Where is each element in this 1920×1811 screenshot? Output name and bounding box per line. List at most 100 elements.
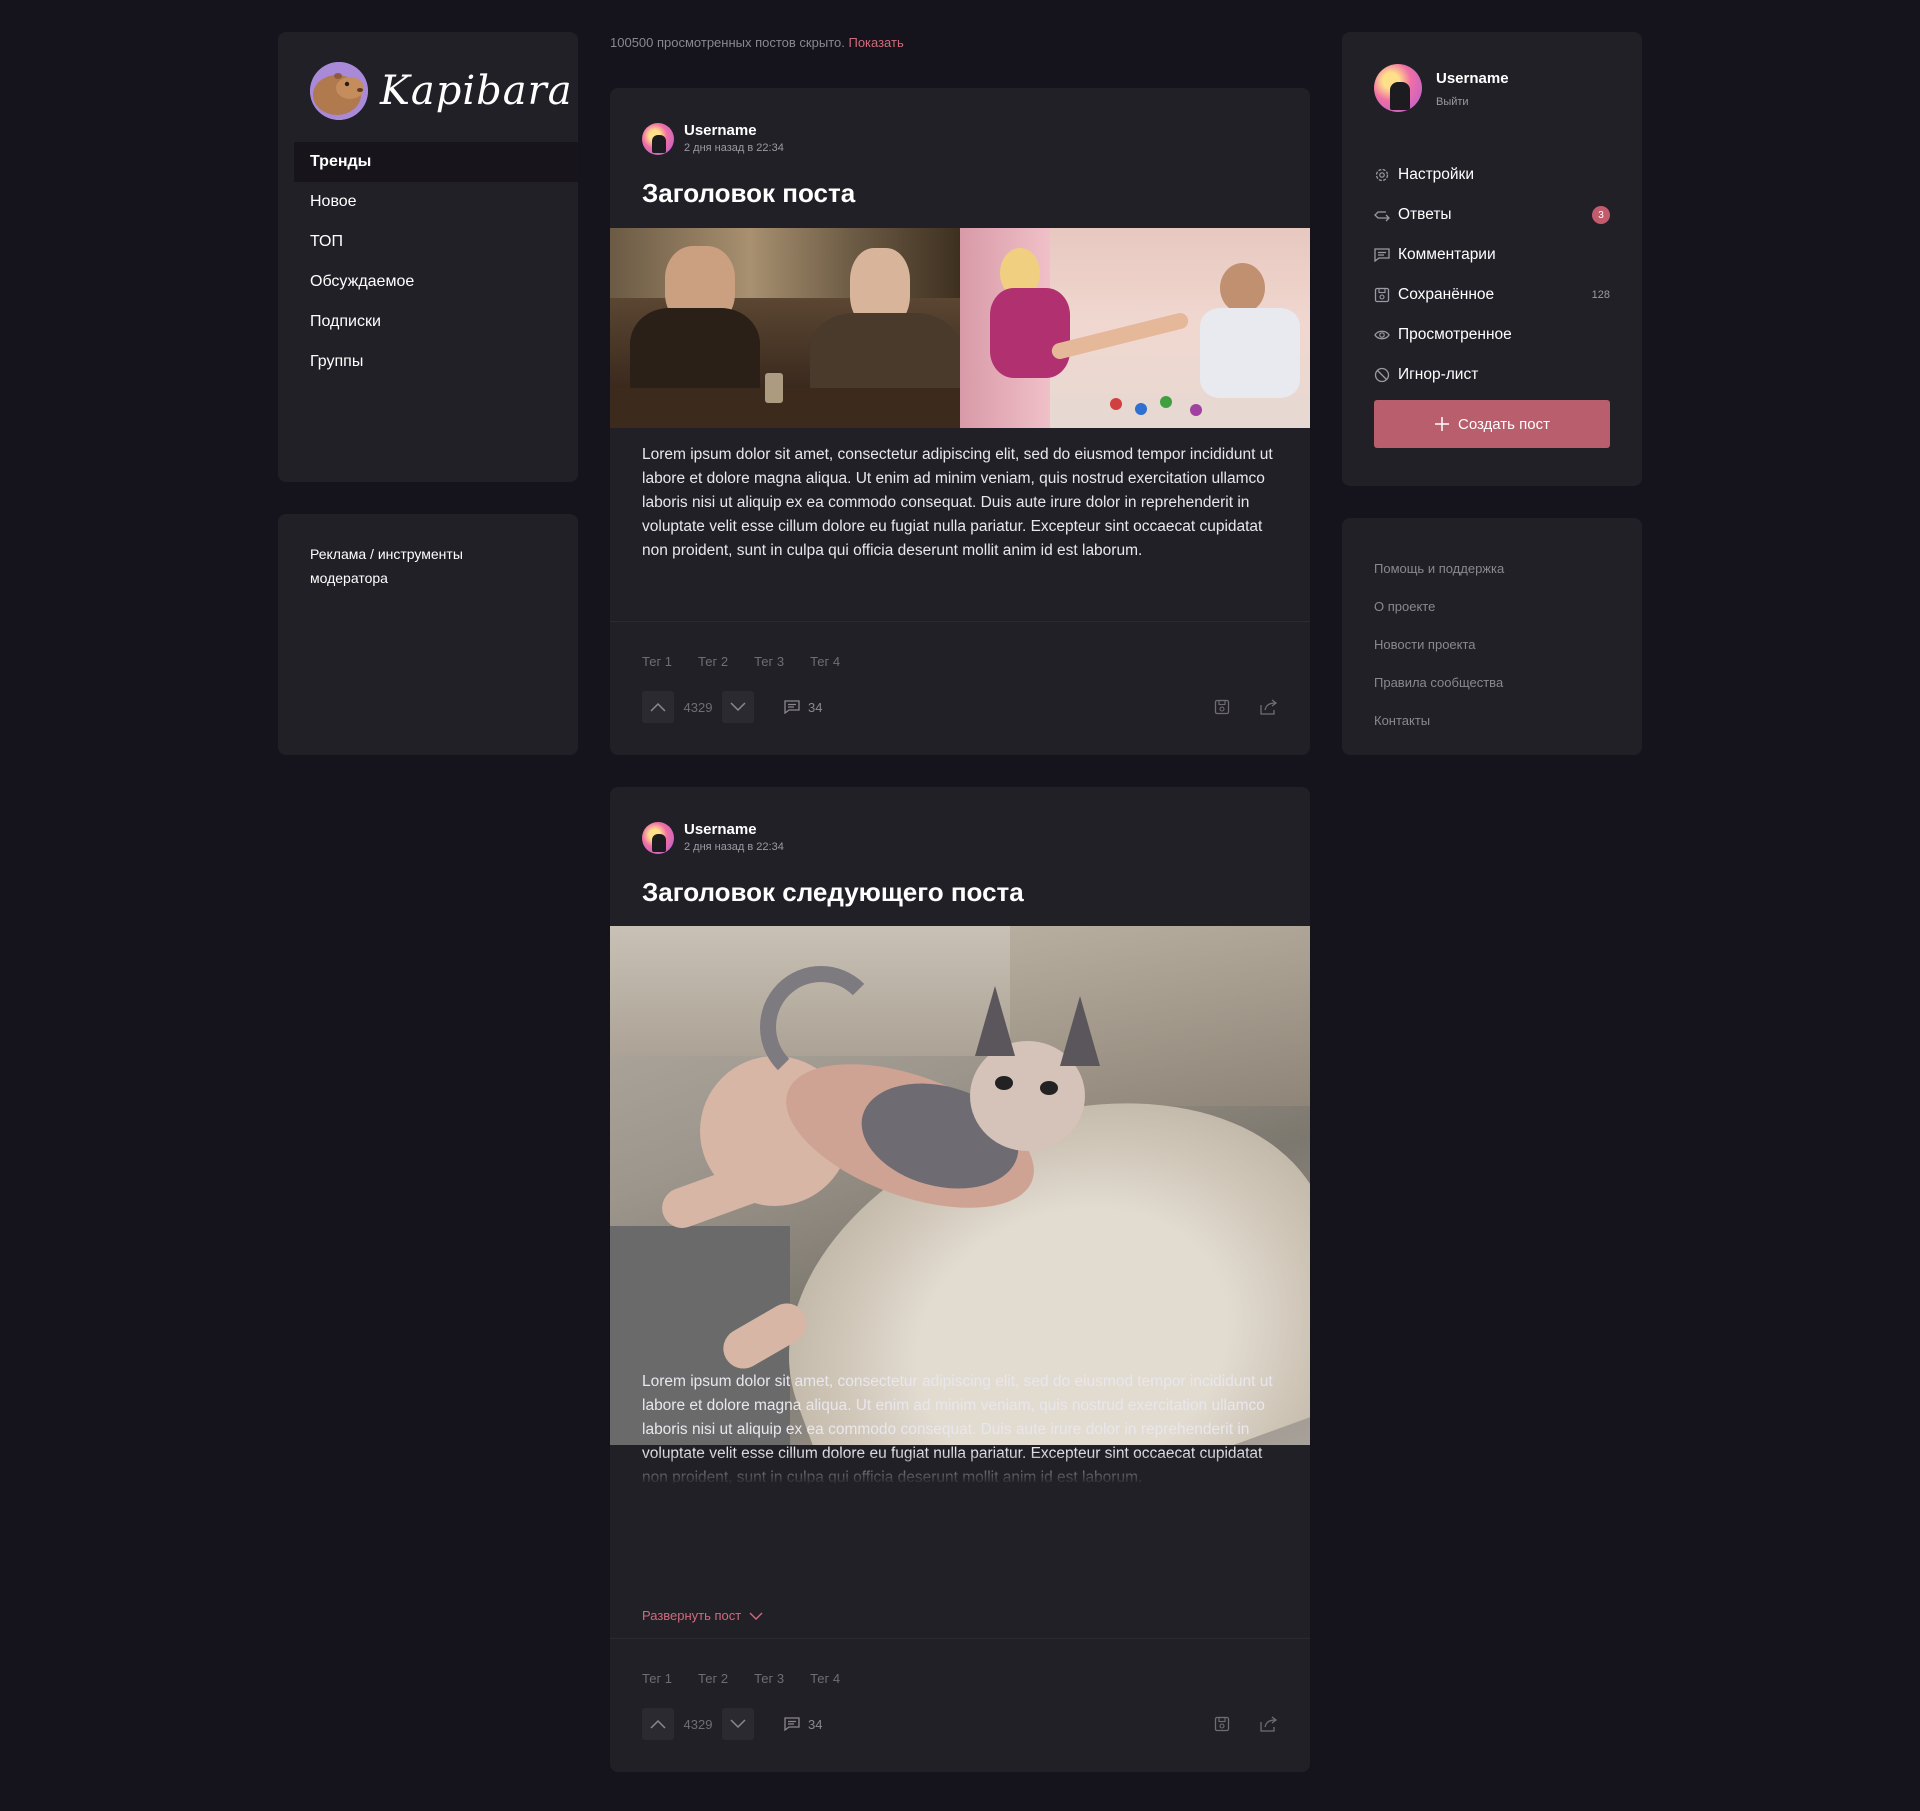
user-card: Username Выйти Настройки Ответы 3 Коммен… (1342, 32, 1642, 486)
plus-icon (1434, 417, 1449, 431)
menu-item-comments[interactable]: Комментарии (1374, 235, 1610, 275)
comment-icon (1374, 247, 1390, 263)
user-menu: Настройки Ответы 3 Комментарии Сохранённ… (1374, 155, 1610, 395)
post-body: Lorem ipsum dolor sit amet, consectetur … (642, 446, 1273, 559)
post-tags: Тег 1 Тег 2 Тег 3 Тег 4 (642, 1671, 840, 1686)
tag[interactable]: Тег 4 (810, 1671, 840, 1686)
menu-item-viewed[interactable]: Просмотренное (1374, 315, 1610, 355)
tag[interactable]: Тег 4 (810, 654, 840, 669)
tag[interactable]: Тег 1 (642, 1671, 672, 1686)
saved-count: 128 (1591, 289, 1610, 301)
reply-icon (1374, 207, 1390, 223)
tag[interactable]: Тег 3 (754, 1671, 784, 1686)
block-icon (1374, 367, 1390, 383)
hidden-posts-text: 100500 просмотренных постов скрыто. (610, 35, 845, 50)
user-header: Username Выйти (1374, 64, 1509, 112)
comments-count: 34 (808, 699, 823, 715)
post-author[interactable]: Username 2 дня назад в 22:34 (642, 821, 784, 855)
show-hidden-link[interactable]: Показать (848, 35, 903, 50)
menu-item-ignore-list[interactable]: Игнор-лист (1374, 355, 1610, 395)
author-name[interactable]: Username (684, 122, 784, 140)
main-nav: Тренды Новое ТОП Обсуждаемое Подписки Гр… (294, 142, 578, 382)
create-post-label: Создать пост (1457, 415, 1550, 433)
logout-link[interactable]: Выйти (1436, 96, 1509, 108)
post-actions: 4329 34 (642, 691, 1278, 723)
chevron-up-icon (650, 702, 666, 712)
ad-text: Реклама / инструменты модератора (310, 546, 463, 586)
post-card: Username 2 дня назад в 22:34 Заголовок п… (610, 88, 1310, 755)
avatar[interactable] (1374, 64, 1422, 112)
menu-item-label: Ответы (1398, 206, 1452, 223)
nav-item-trends[interactable]: Тренды (294, 142, 578, 182)
downvote-button[interactable] (722, 1708, 754, 1740)
nav-item-new[interactable]: Новое (294, 182, 578, 222)
brand-name: Kapibara (380, 68, 573, 114)
comments-count: 34 (808, 1716, 823, 1732)
comment-icon (784, 700, 800, 714)
left-nav-card: Kapibara Тренды Новое ТОП Обсуждаемое По… (278, 32, 578, 482)
post-date: 2 дня назад в 22:34 (684, 142, 784, 154)
post-image-2[interactable] (960, 228, 1310, 428)
tag[interactable]: Тег 3 (754, 654, 784, 669)
gear-icon (1374, 167, 1390, 183)
hidden-posts-notice: 100500 просмотренных постов скрыто. Пока… (610, 35, 904, 50)
user-name[interactable]: Username (1436, 68, 1509, 90)
chevron-down-icon (749, 1612, 763, 1620)
share-icon[interactable] (1260, 699, 1278, 715)
post-image[interactable] (610, 926, 1310, 1445)
nav-item-groups[interactable]: Группы (294, 342, 578, 382)
link-help[interactable]: Помощь и поддержка (1374, 550, 1504, 588)
avatar (642, 822, 674, 854)
link-about[interactable]: О проекте (1374, 588, 1504, 626)
expand-post-label: Развернуть пост (642, 1608, 742, 1623)
menu-item-label: Просмотренное (1398, 326, 1512, 343)
post-card: Username 2 дня назад в 22:34 Заголовок с… (610, 787, 1310, 1772)
nav-item-top[interactable]: ТОП (294, 222, 578, 262)
chevron-up-icon (650, 1719, 666, 1729)
nav-item-subscriptions[interactable]: Подписки (294, 302, 578, 342)
downvote-button[interactable] (722, 691, 754, 723)
footer-links-card: Помощь и поддержка О проекте Новости про… (1342, 518, 1642, 755)
avatar (642, 123, 674, 155)
nav-item-discussed[interactable]: Обсуждаемое (294, 262, 578, 302)
footer-links: Помощь и поддержка О проекте Новости про… (1374, 550, 1504, 740)
create-post-button[interactable]: Создать пост (1374, 400, 1610, 448)
post-score: 4329 (683, 1716, 713, 1732)
expand-post-link[interactable]: Развернуть пост (642, 1608, 763, 1623)
post-tags: Тег 1 Тег 2 Тег 3 Тег 4 (642, 654, 840, 669)
tag[interactable]: Тег 1 (642, 654, 672, 669)
ad-card: Реклама / инструменты модератора (278, 514, 578, 755)
link-contacts[interactable]: Контакты (1374, 702, 1504, 740)
upvote-button[interactable] (642, 691, 674, 723)
post-author[interactable]: Username 2 дня назад в 22:34 (642, 122, 784, 156)
menu-item-replies[interactable]: Ответы 3 (1374, 195, 1610, 235)
post-images[interactable] (610, 228, 1310, 428)
post-divider (610, 621, 1310, 622)
upvote-button[interactable] (642, 1708, 674, 1740)
share-icon[interactable] (1260, 1716, 1278, 1732)
post-date: 2 дня назад в 22:34 (684, 841, 784, 853)
save-icon[interactable] (1214, 1716, 1230, 1732)
comments-button[interactable]: 34 (784, 700, 822, 715)
menu-item-label: Настройки (1398, 166, 1475, 183)
post-actions: 4329 34 (642, 1708, 1278, 1740)
link-rules[interactable]: Правила сообщества (1374, 664, 1504, 702)
comments-button[interactable]: 34 (784, 1717, 822, 1732)
replies-badge: 3 (1592, 206, 1610, 224)
save-icon (1374, 287, 1390, 303)
tag[interactable]: Тег 2 (698, 1671, 728, 1686)
post-image-1[interactable] (610, 228, 960, 428)
logo[interactable]: Kapibara (310, 62, 573, 120)
post-title[interactable]: Заголовок поста (642, 178, 855, 209)
tag[interactable]: Тег 2 (698, 654, 728, 669)
author-name[interactable]: Username (684, 821, 784, 839)
chevron-down-icon (730, 1719, 746, 1729)
eye-icon (1374, 327, 1390, 343)
menu-item-label: Сохранённое (1398, 286, 1495, 303)
link-news[interactable]: Новости проекта (1374, 626, 1504, 664)
menu-item-settings[interactable]: Настройки (1374, 155, 1610, 195)
post-title[interactable]: Заголовок следующего поста (642, 877, 1024, 908)
menu-item-label: Комментарии (1398, 246, 1496, 263)
save-icon[interactable] (1214, 699, 1230, 715)
menu-item-saved[interactable]: Сохранённое 128 (1374, 275, 1610, 315)
